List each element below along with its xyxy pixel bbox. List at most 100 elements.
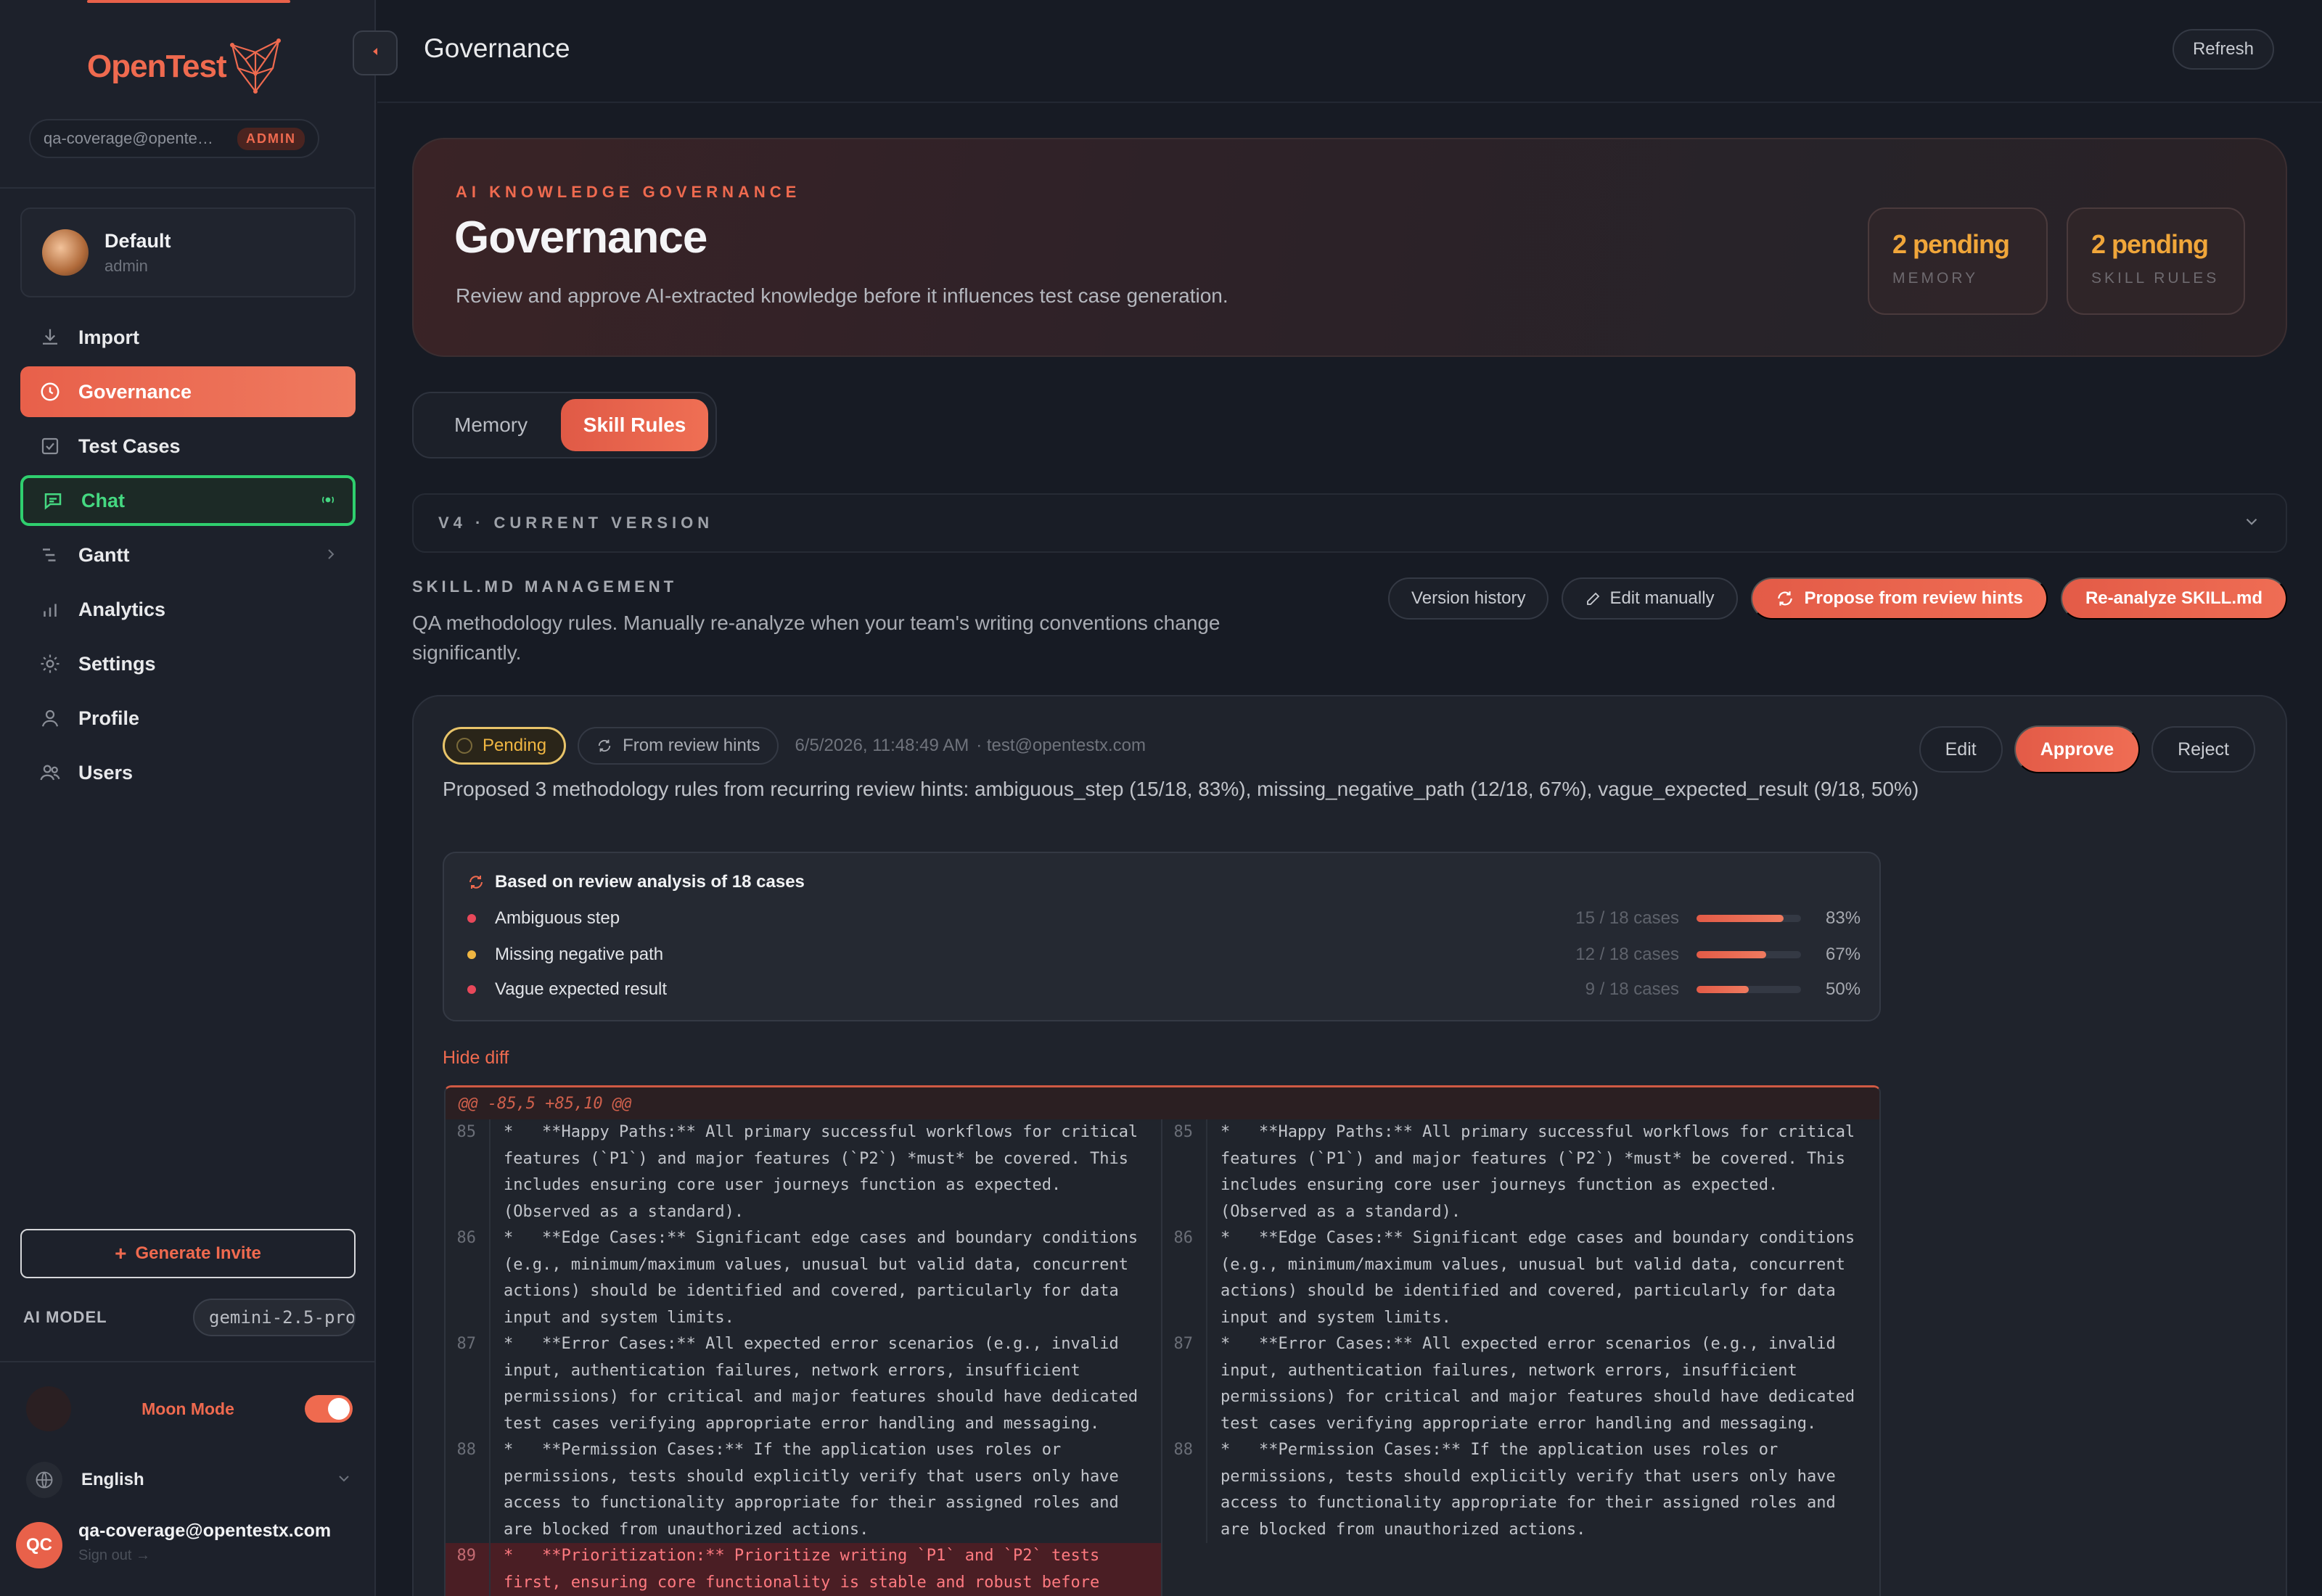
sidebar-item-label: Chat	[81, 489, 125, 511]
severity-dot	[467, 950, 476, 959]
language-selector[interactable]: English	[26, 1458, 353, 1502]
analysis-row: Missing negative path 12 / 18 cases 67%	[467, 940, 1861, 969]
analysis-item-percent: 67%	[1826, 945, 1861, 964]
workspace-role: admin	[104, 256, 148, 275]
account-email: qa-coverage@opentestx.com	[78, 1521, 332, 1541]
sidebar-item-import[interactable]: Import	[20, 312, 356, 363]
collapse-sidebar-button[interactable]	[353, 30, 398, 75]
analysis-item-name: Missing negative path	[495, 945, 664, 964]
stat-caption: SKILL RULES	[2091, 270, 2220, 287]
propose-from-hints-button[interactable]: Propose from review hints	[1750, 577, 2048, 620]
line-code: * **Happy Paths:** All primary successfu…	[1206, 1119, 1879, 1225]
sidebar-item-users[interactable]: Users	[20, 747, 356, 798]
proposal-actions: Edit Approve Reject	[1908, 725, 2255, 773]
source-badge: From review hints	[578, 727, 779, 765]
fox-logo-icon	[229, 38, 281, 94]
status-label: Pending	[483, 736, 547, 755]
analysis-row: Vague expected result 9 / 18 cases 50%	[467, 975, 1861, 1004]
sidebar-item-label: Users	[78, 761, 134, 783]
diff-hunk-header: @@ -85,5 +85,10 @@	[446, 1087, 1879, 1119]
line-number: 89	[456, 1547, 477, 1565]
chevron-right-icon	[324, 544, 338, 567]
live-indicator-icon	[321, 490, 335, 512]
skill-mgmt-description: QA methodology rules. Manually re-analyz…	[412, 612, 1221, 664]
line-number: 88	[1173, 1441, 1194, 1459]
analysis-heading: Based on review analysis of 18 cases	[467, 872, 805, 892]
analysis-item-name: Ambiguous step	[495, 908, 620, 928]
diff-line: 88 * **Permission Cases:** If the applica…	[1162, 1437, 1879, 1543]
line-number: 87	[1173, 1335, 1194, 1353]
clock-icon	[38, 379, 62, 404]
severity-dot	[467, 985, 476, 994]
sidebar-item-label: Gantt	[78, 543, 130, 566]
analysis-item-percent: 50%	[1826, 979, 1861, 999]
refresh-button[interactable]: Refresh	[2173, 29, 2274, 70]
pencil-icon	[1585, 590, 1602, 607]
edit-manually-button[interactable]: Edit manually	[1562, 577, 1738, 620]
diff-old-column: 85 * **Happy Paths:** All primary success…	[446, 1119, 1162, 1596]
sidebar-item-analytics[interactable]: Analytics	[20, 584, 356, 635]
sidebar-item-label: Governance	[78, 380, 192, 403]
version-history-button[interactable]: Version history	[1388, 577, 1549, 620]
moon-mode-toggle[interactable]	[305, 1395, 353, 1423]
edit-button[interactable]: Edit	[1919, 726, 2003, 773]
tab-memory[interactable]: Memory	[421, 399, 561, 451]
governance-hero: AI KNOWLEDGE GOVERNANCE Governance Revie…	[412, 138, 2287, 357]
skill-mgmt-actions: Version history Edit manually Propose fr…	[1375, 577, 2287, 620]
refresh-icon	[1776, 589, 1794, 608]
skill-mgmt-heading: SKILL.MD MANAGEMENT	[412, 577, 678, 596]
refresh-icon	[467, 873, 485, 891]
line-number: 85	[456, 1123, 477, 1141]
sidebar-item-chat[interactable]: Chat	[20, 475, 356, 526]
download-icon	[38, 325, 62, 350]
sidebar-item-label: Test Cases	[78, 435, 181, 457]
language-label: English	[81, 1470, 144, 1489]
edit-manually-label: Edit manually	[1609, 588, 1715, 608]
tab-skill-rules[interactable]: Skill Rules	[561, 399, 708, 451]
sidebar-item-profile[interactable]: Profile	[20, 693, 356, 744]
diff-line: 87 * **Error Cases:** All expected error …	[1162, 1331, 1879, 1437]
user-email: qa-coverage@opente…	[44, 129, 213, 147]
hero-eyebrow: AI KNOWLEDGE GOVERNANCE	[456, 183, 801, 201]
reanalyze-skill-button[interactable]: Re-analyze SKILL.md	[2060, 577, 2287, 620]
workspace-name: Default	[104, 229, 171, 252]
version-accordion[interactable]: V4 · CURRENT VERSION	[412, 493, 2287, 553]
app-logo[interactable]: OpenTest	[87, 32, 289, 102]
ai-model-select[interactable]: gemini-2.5-pro	[193, 1299, 356, 1336]
sign-out-link[interactable]: Sign out →	[78, 1547, 331, 1564]
sidebar-item-test-cases[interactable]: Test Cases	[20, 421, 356, 472]
bar-chart-icon	[38, 597, 62, 622]
line-code: * **Error Cases:** All expected error sc…	[1206, 1331, 1879, 1437]
sidebar-item-settings[interactable]: Settings	[20, 638, 356, 689]
diff-line: 86 * **Edge Cases:** Significant edge cas…	[1162, 1225, 1879, 1331]
sidebar-item-gantt[interactable]: Gantt	[20, 530, 356, 580]
chat-icon	[41, 488, 65, 513]
analysis-progress-bar	[1697, 951, 1801, 958]
sidebar-nav: Import Governance Test Cases Chat Gantt …	[20, 312, 356, 802]
proposal-meta: Pending From review hints 6/5/2026, 11:4…	[443, 725, 1146, 766]
generate-invite-label: Generate Invite	[135, 1243, 261, 1263]
diff-line: 85 * **Happy Paths:** All primary success…	[1162, 1119, 1879, 1225]
current-user-chip[interactable]: qa-coverage@opente… ADMIN	[29, 119, 319, 158]
workspace-switcher[interactable]: Default admin	[20, 207, 356, 297]
generate-invite-button[interactable]: + Generate Invite	[20, 1229, 356, 1278]
line-number: 88	[456, 1441, 477, 1459]
analysis-heading-text: Based on review analysis of 18 cases	[495, 872, 805, 892]
chevron-down-icon	[2242, 512, 2261, 535]
sidebar: OpenTest qa-coverage@opente… ADMIN Defau…	[0, 0, 376, 1596]
approve-button[interactable]: Approve	[2014, 725, 2141, 773]
severity-dot	[467, 914, 476, 923]
line-code: * **Permission Cases:** If the applicati…	[489, 1437, 1161, 1543]
governance-tabs: Memory Skill Rules	[412, 392, 717, 458]
sidebar-divider	[0, 1361, 376, 1362]
stat-value: 2 pending	[1892, 229, 2010, 259]
sidebar-item-governance[interactable]: Governance	[20, 366, 356, 417]
analysis-progress-fill	[1697, 986, 1749, 993]
reject-button[interactable]: Reject	[2151, 726, 2255, 773]
user-icon	[38, 706, 62, 731]
page-title: Governance	[424, 33, 570, 63]
source-label: From review hints	[623, 736, 760, 755]
analysis-item-name: Vague expected result	[495, 979, 668, 999]
hide-diff-link[interactable]: Hide diff	[443, 1048, 509, 1069]
line-number: 86	[456, 1229, 477, 1247]
